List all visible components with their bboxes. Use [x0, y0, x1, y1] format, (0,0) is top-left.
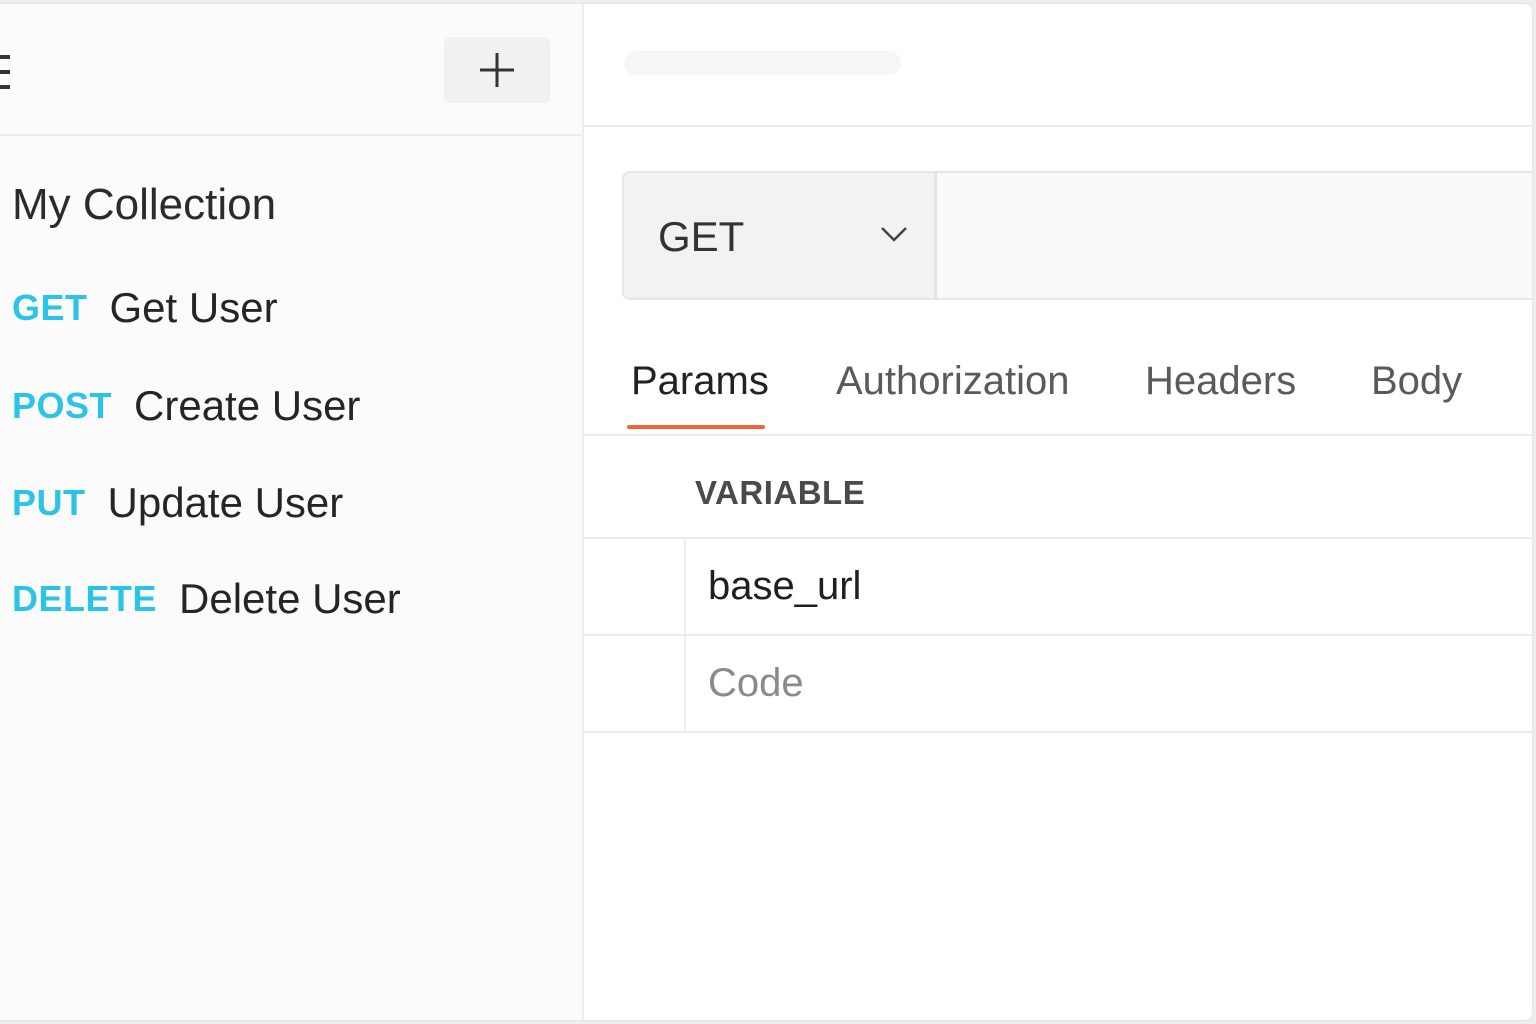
add-collection-button[interactable] [444, 37, 550, 103]
variable-name-input[interactable] [686, 539, 1532, 634]
method-value: GET [658, 213, 745, 260]
request-item-update-user[interactable]: PUT Update User [12, 475, 343, 531]
variable-name-input[interactable] [686, 636, 1532, 731]
table-header: VARIABLE [584, 436, 1532, 539]
tab-authorization[interactable]: Authorization [836, 359, 1069, 404]
request-tab[interactable] [624, 51, 901, 75]
request-name: Delete User [179, 575, 401, 622]
sidebar-header [0, 4, 582, 136]
request-name: Update User [107, 479, 344, 526]
table-row [584, 539, 1532, 636]
row-gutter [584, 636, 686, 731]
tab-headers[interactable]: Headers [1145, 359, 1296, 404]
url-input[interactable] [937, 173, 1532, 298]
row-gutter [584, 539, 686, 634]
app-window: My Collection GET Get User POST Create U… [0, 4, 1532, 1020]
method-dropdown[interactable]: GET [624, 173, 937, 298]
request-method: DELETE [12, 578, 158, 619]
collection-title[interactable]: My Collection [12, 180, 276, 230]
table-row [584, 636, 1532, 733]
request-item-delete-user[interactable]: DELETE Delete User [12, 571, 401, 627]
tab-params[interactable]: Params [631, 359, 769, 404]
request-name: Get User [109, 284, 278, 331]
request-method: POST [12, 385, 113, 426]
plus-icon [480, 53, 514, 87]
request-editor: GET Params Authorization Headers Body VA… [584, 4, 1532, 1020]
url-bar: GET [622, 171, 1532, 300]
request-method: PUT [12, 482, 86, 523]
active-tab-indicator [627, 425, 765, 429]
request-tab-bar [584, 4, 1532, 127]
request-tabs: Params Authorization Headers Body [584, 339, 1532, 436]
request-name: Create User [134, 382, 361, 429]
hamburger-icon[interactable] [0, 55, 10, 89]
chevron-down-icon [881, 227, 907, 242]
sidebar: My Collection GET Get User POST Create U… [0, 4, 584, 1020]
request-item-get-user[interactable]: GET Get User [12, 280, 278, 336]
request-item-create-user[interactable]: POST Create User [12, 378, 360, 434]
request-method: GET [12, 287, 88, 328]
column-header-variable: VARIABLE [695, 474, 866, 511]
tab-body[interactable]: Body [1371, 359, 1462, 404]
